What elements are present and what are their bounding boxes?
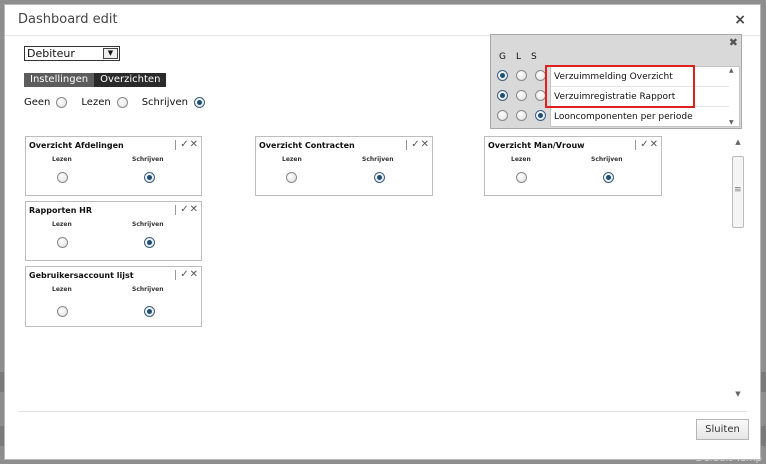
collapse-icon[interactable]: ✓: [180, 204, 188, 215]
tab-bar: Instellingen Overzichten: [24, 73, 167, 87]
row1-radio-g[interactable]: [497, 70, 508, 81]
col-label-schrijven: Schrijven: [132, 156, 164, 163]
collapse-icon[interactable]: ✓: [180, 139, 188, 150]
col-label-lezen: Lezen: [52, 156, 72, 163]
list-item[interactable]: Looncomponenten per periode: [551, 107, 729, 127]
card-title: Overzicht Man/Vrouw: [488, 141, 585, 150]
perm-label: Geen: [24, 97, 51, 108]
radio-schrijven[interactable]: [374, 172, 385, 183]
row2-radio-g[interactable]: [497, 90, 508, 101]
col-label-schrijven: Schrijven: [591, 156, 623, 163]
perm-radio-lezen[interactable]: [116, 97, 128, 108]
perm-radio-schrijven[interactable]: [193, 97, 205, 108]
row3-radio-s[interactable]: [535, 110, 546, 121]
row3-radio-g[interactable]: [497, 110, 508, 121]
scroll-down-icon[interactable]: ▼: [732, 390, 744, 400]
card-controls: ✓ ✕: [175, 269, 198, 280]
col-label-schrijven: Schrijven: [132, 221, 164, 228]
tab-instellingen[interactable]: Instellingen: [24, 73, 95, 87]
header-g: G: [499, 52, 506, 62]
card-controls: ✓ ✕: [175, 204, 198, 215]
dashboard-edit-dialog: Dashboard edit × Debiteur ▼ Instellingen…: [4, 4, 761, 460]
card-title: Gebruikersaccount lijst: [29, 271, 134, 280]
divider: [18, 411, 747, 412]
remove-icon[interactable]: ✕: [190, 139, 198, 150]
perm-label: Lezen: [81, 97, 111, 108]
close-icon[interactable]: ✖: [729, 36, 738, 49]
card-controls: ✓ ✕: [406, 139, 429, 150]
radio-schrijven[interactable]: [144, 237, 155, 248]
card-rapporten-hr: Rapporten HR ✓ ✕ Lezen Schrijven: [25, 201, 202, 261]
close-icon[interactable]: ×: [734, 12, 746, 28]
perm-label: Schrijven: [141, 97, 188, 108]
col-label-lezen: Lezen: [52, 286, 72, 293]
radio-schrijven[interactable]: [144, 306, 155, 317]
perm-option-geen: Geen: [24, 97, 68, 108]
radio-lezen[interactable]: [57, 306, 68, 317]
collapse-icon[interactable]: ✓: [640, 139, 648, 150]
remove-icon[interactable]: ✕: [421, 139, 429, 150]
dialog-title: Dashboard edit: [18, 12, 118, 27]
header-l: L: [516, 52, 522, 62]
tab-overzichten[interactable]: Overzichten: [94, 73, 167, 87]
scroll-up-icon[interactable]: ▲: [732, 138, 744, 148]
divider: [406, 139, 408, 150]
scrollbar-thumb[interactable]: [732, 156, 744, 228]
radio-lezen[interactable]: [286, 172, 297, 183]
card-title: Overzicht Contracten: [259, 141, 355, 150]
list-scrollbar[interactable]: ▲ ▼: [728, 67, 739, 126]
card-title: Overzicht Afdelingen: [29, 141, 124, 150]
row1-radio-l[interactable]: [516, 70, 527, 81]
global-permissions: Geen Lezen Schrijven: [24, 97, 219, 108]
perm-radio-geen[interactable]: [56, 97, 68, 108]
col-label-schrijven: Schrijven: [132, 286, 164, 293]
radio-lezen[interactable]: [57, 172, 68, 183]
card-overzicht-afdelingen: Overzicht Afdelingen ✓ ✕ Lezen Schrijven: [25, 136, 202, 196]
divider: [175, 269, 177, 280]
divider: [175, 204, 177, 215]
radio-schrijven[interactable]: [603, 172, 614, 183]
entity-select-value: Debiteur: [27, 47, 75, 60]
remove-icon[interactable]: ✕: [190, 204, 198, 215]
perm-option-lezen: Lezen: [81, 97, 128, 108]
card-title: Rapporten HR: [29, 206, 93, 215]
divider: [175, 139, 177, 150]
card-controls: ✓ ✕: [175, 139, 198, 150]
remove-icon[interactable]: ✕: [190, 269, 198, 280]
row2-radio-l[interactable]: [516, 90, 527, 101]
card-overzicht-contracten: Overzicht Contracten ✓ ✕ Lezen Schrijven: [255, 136, 433, 196]
col-label-lezen: Lezen: [282, 156, 302, 163]
content-scrollbar[interactable]: ▲ ▼: [732, 138, 744, 400]
card-gebruikersaccount-lijst: Gebruikersaccount lijst ✓ ✕ Lezen Schrij…: [25, 266, 202, 327]
col-label-lezen: Lezen: [511, 156, 531, 163]
highlight-box: [545, 65, 695, 108]
perm-option-schrijven: Schrijven: [142, 97, 205, 108]
col-label-lezen: Lezen: [52, 221, 72, 228]
sluiten-button[interactable]: Sluiten: [696, 419, 749, 440]
entity-select[interactable]: Debiteur ▼: [24, 46, 120, 61]
radio-lezen[interactable]: [516, 172, 527, 183]
header-s: S: [531, 52, 537, 62]
row3-radio-l[interactable]: [516, 110, 527, 121]
radio-lezen[interactable]: [57, 237, 68, 248]
collapse-icon[interactable]: ✓: [180, 269, 188, 280]
col-label-schrijven: Schrijven: [362, 156, 394, 163]
card-overzicht-man-vrouw: Overzicht Man/Vrouw ✓ ✕ Lezen Schrijven: [484, 136, 662, 196]
card-controls: ✓ ✕: [635, 139, 658, 150]
scroll-down-icon[interactable]: ▼: [729, 119, 734, 126]
divider: [635, 139, 637, 150]
collapse-icon[interactable]: ✓: [411, 139, 419, 150]
remove-icon[interactable]: ✕: [650, 139, 658, 150]
radio-schrijven[interactable]: [144, 172, 155, 183]
chevron-down-icon[interactable]: ▼: [103, 48, 118, 59]
scroll-up-icon[interactable]: ▲: [729, 67, 734, 74]
